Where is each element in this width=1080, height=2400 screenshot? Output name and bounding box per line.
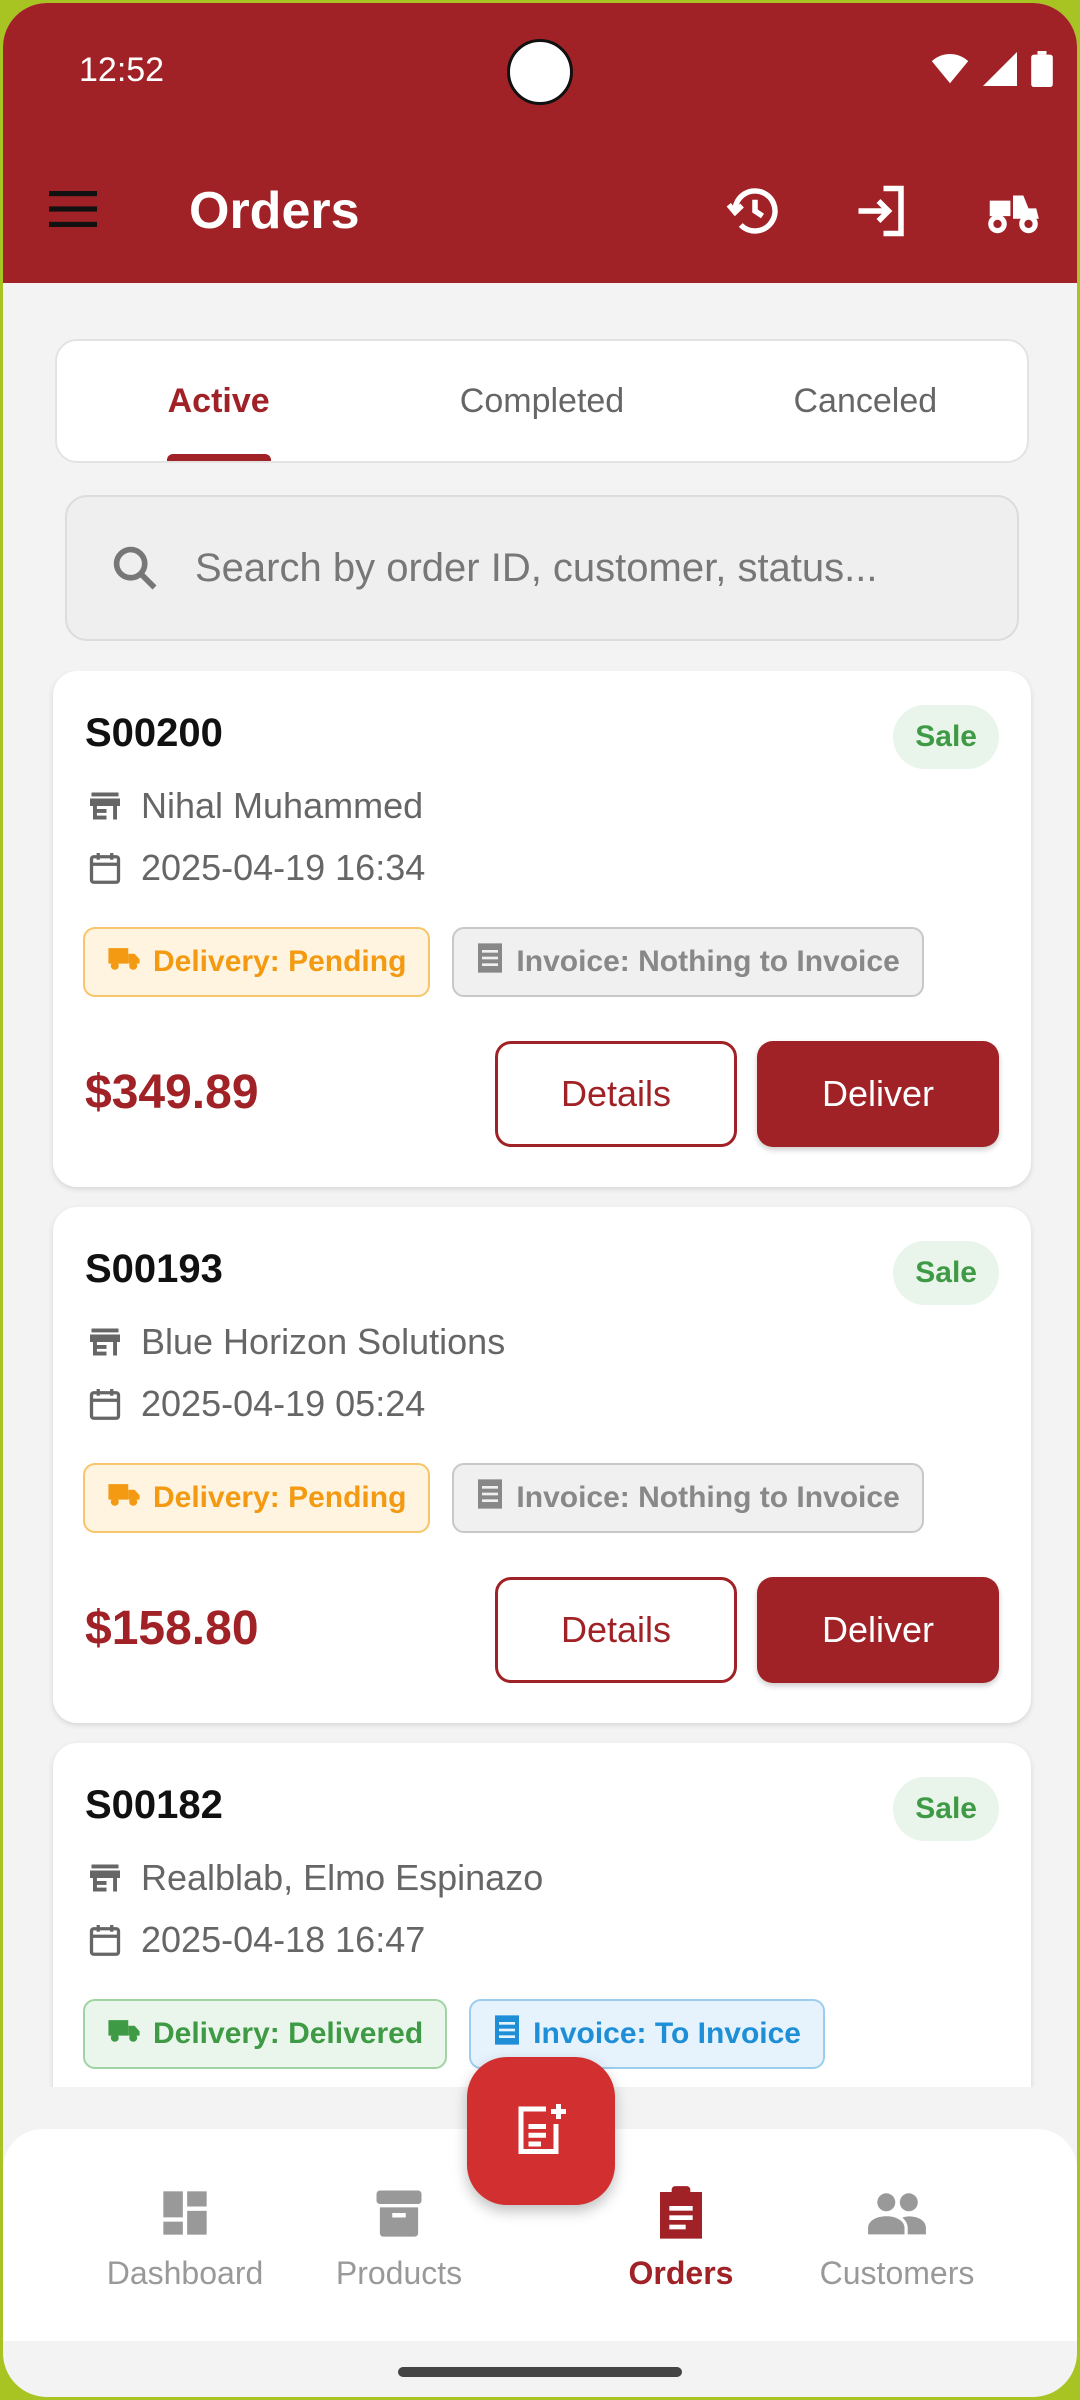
menu-icon[interactable] [47,183,99,235]
customer-name: Blue Horizon Solutions [141,1321,506,1362]
order-card[interactable]: S00182 Sale Realblab, Elmo Espinazo 2025… [53,1743,1031,2087]
calendar-icon [85,848,125,888]
store-icon [85,1322,125,1362]
delivery-status-chip: Delivery: Pending [83,927,431,997]
delivery-status-label: Delivery: Pending [153,1481,407,1514]
tab-active[interactable]: Active [57,341,380,461]
customer-row: Nihal Muhammed [85,785,423,827]
status-time: 12:52 [79,51,165,89]
delivery-status-label: Delivery: Pending [153,945,407,978]
clipboard-icon [651,2183,711,2243]
battery-icon [1031,51,1053,92]
delivery-scooter-icon[interactable] [981,179,1045,243]
date-row: 2025-04-18 16:47 [85,1919,425,1961]
truck-icon [107,943,141,981]
store-icon [85,786,125,826]
customer-row: Realblab, Elmo Espinazo [85,1857,543,1899]
order-card[interactable]: S00200 Sale Nihal Muhammed 2025-04-19 16… [53,671,1031,1187]
date-row: 2025-04-19 16:34 [85,847,425,889]
order-card[interactable]: S00193 Sale Blue Horizon Solutions 2025-… [53,1207,1031,1723]
invoice-status-chip: Invoice: Nothing to Invoice [452,927,924,997]
details-button[interactable]: Details [495,1041,737,1147]
history-icon[interactable] [723,179,787,243]
invoice-status-label: Invoice: Nothing to Invoice [516,945,900,978]
invoice-status-label: Invoice: To Invoice [533,2017,801,2050]
status-chips: Delivery: Pending Invoice: Nothing to In… [83,1463,924,1533]
date-row: 2025-04-19 05:24 [85,1383,425,1425]
customer-row: Blue Horizon Solutions [85,1321,505,1363]
calendar-icon [85,1384,125,1424]
store-icon [85,1858,125,1898]
order-type-badge: Sale [893,1777,999,1841]
delivery-status-label: Delivery: Delivered [153,2017,424,2050]
deliver-button[interactable]: Deliver [757,1577,999,1683]
nav-label: Dashboard [106,2255,264,2291]
details-button[interactable]: Details [495,1577,737,1683]
invoice-status-chip: Invoice: Nothing to Invoice [452,1463,924,1533]
status-chips: Delivery: Delivered Invoice: To Invoice [83,1999,825,2069]
app-bar: 12:52 Orders [3,3,1077,283]
truck-icon [107,2015,141,2053]
new-order-fab[interactable] [467,2057,615,2205]
customer-name: Nihal Muhammed [141,785,424,826]
status-chips: Delivery: Pending Invoice: Nothing to In… [83,927,924,997]
search-input[interactable] [195,545,1015,591]
delivery-status-chip: Delivery: Pending [83,1463,431,1533]
order-status-tabs: Active Completed Canceled [55,339,1029,463]
order-datetime: 2025-04-19 05:24 [141,1383,426,1424]
orders-list: S00200 Sale Nihal Muhammed 2025-04-19 16… [3,671,1077,2087]
order-type-badge: Sale [893,1241,999,1305]
search-icon [105,538,165,598]
customer-name: Realblab, Elmo Espinazo [141,1857,544,1898]
gesture-bar [398,2367,682,2377]
nav-label: Products [335,2255,463,2291]
tab-completed[interactable]: Completed [380,341,703,461]
page-title: Orders [189,182,360,240]
signal-icon [983,52,1017,91]
truck-icon [107,1479,141,1517]
screen: 12:52 Orders Active Completed Canceled S… [3,3,1077,2397]
order-datetime: 2025-04-19 16:34 [141,847,426,888]
order-id: S00182 [85,1783,223,1827]
invoice-status-label: Invoice: Nothing to Invoice [516,1481,900,1514]
nav-dashboard[interactable]: Dashboard [85,2183,285,2292]
archive-box-icon [369,2183,429,2243]
nav-orders[interactable]: Orders [581,2183,781,2292]
people-icon [867,2183,927,2243]
camera-cutout [507,39,573,105]
order-total: $349.89 [85,1066,259,1119]
login-icon[interactable] [849,179,913,243]
receipt-icon [476,1478,504,1518]
calendar-icon [85,1920,125,1960]
order-id: S00200 [85,711,223,755]
search-bar [65,495,1019,641]
receipt-icon [476,942,504,982]
wifi-icon [931,52,969,91]
status-icons [931,51,1053,92]
order-id: S00193 [85,1247,223,1291]
tab-canceled[interactable]: Canceled [704,341,1027,461]
receipt-icon [493,2014,521,2054]
new-order-icon [511,2099,571,2164]
nav-customers[interactable]: Customers [797,2183,997,2292]
nav-products[interactable]: Products [299,2183,499,2292]
deliver-button[interactable]: Deliver [757,1041,999,1147]
dashboard-icon [155,2183,215,2243]
nav-label: Orders [628,2255,734,2291]
order-type-badge: Sale [893,705,999,769]
delivery-status-chip: Delivery: Delivered [83,1999,448,2069]
nav-label: Customers [819,2255,975,2291]
order-total: $158.80 [85,1602,259,1655]
order-datetime: 2025-04-18 16:47 [141,1919,426,1960]
